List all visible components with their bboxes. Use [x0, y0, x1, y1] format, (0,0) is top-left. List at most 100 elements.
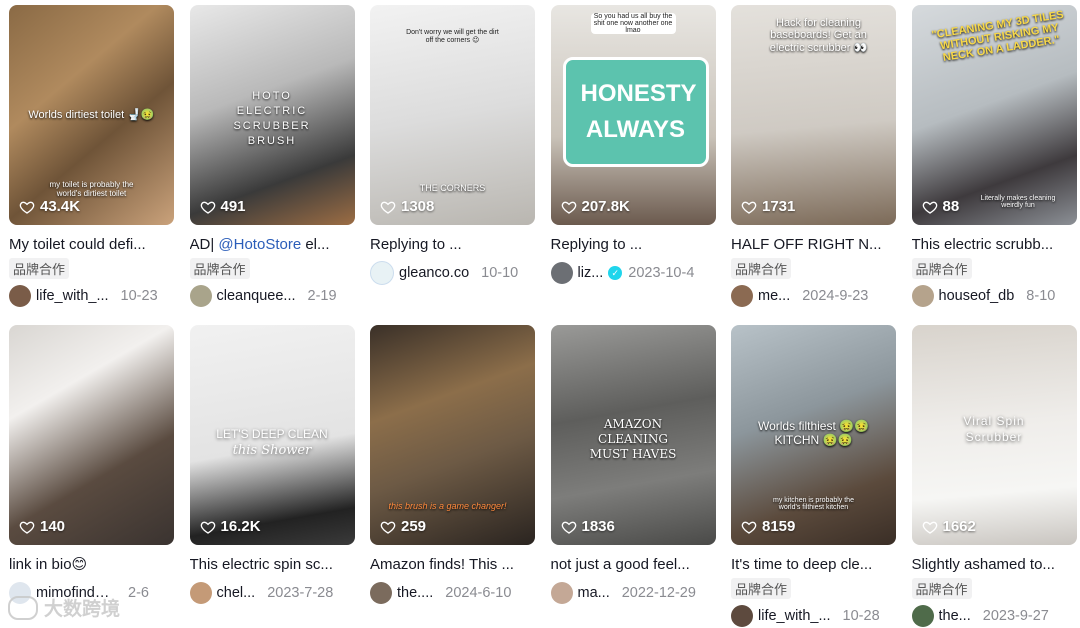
- video-thumbnail[interactable]: Worlds dirtiest toilet 🚽🤢 my toilet is p…: [9, 5, 174, 225]
- like-count: 88: [922, 198, 959, 215]
- partnership-badge: 品牌合作: [189, 258, 250, 279]
- video-thumbnail[interactable]: Hack for cleaning baseboards! Get an ele…: [731, 5, 896, 225]
- thumbnail-subcaption: this Shower: [232, 443, 312, 458]
- author-name[interactable]: the...: [939, 608, 971, 624]
- author-avatar[interactable]: [550, 262, 573, 284]
- video-card[interactable]: AMAZON CLEANING MUST HAVES 1836 not just…: [550, 325, 716, 625]
- video-thumbnail[interactable]: HOTO ELECTRIC SCRUBBER BRUSH 491: [189, 5, 355, 225]
- author-avatar[interactable]: [550, 582, 573, 604]
- video-thumbnail[interactable]: this brush is a game changer! 259: [370, 325, 535, 545]
- author-name[interactable]: houseof_db: [939, 288, 1015, 304]
- author-name[interactable]: me...: [758, 288, 790, 304]
- video-card[interactable]: this brush is a game changer! 259 Amazon…: [370, 325, 535, 625]
- heart-icon: [200, 521, 215, 534]
- partnership-badge: 品牌合作: [911, 258, 972, 279]
- heart-icon: [922, 201, 937, 214]
- author-name[interactable]: the....: [397, 585, 433, 601]
- video-title[interactable]: link in bio😊: [9, 555, 174, 575]
- video-title[interactable]: Amazon finds! This ...: [370, 555, 535, 575]
- video-card[interactable]: Worlds filthiest 🤢🤢 KITCHN 🤢🤢 my kitchen…: [731, 325, 896, 627]
- video-card[interactable]: Hack for cleaning baseboards! Get an ele…: [731, 5, 896, 325]
- author-avatar[interactable]: [731, 285, 753, 307]
- heart-icon: [380, 521, 396, 534]
- heart-icon: [200, 201, 215, 214]
- author-avatar[interactable]: [370, 261, 394, 285]
- video-title[interactable]: This electric spin sc...: [190, 555, 355, 575]
- video-thumbnail[interactable]: So you had us all buy the shit one now a…: [550, 5, 716, 225]
- author-avatar[interactable]: [911, 285, 934, 307]
- thumbnail-subcaption: my kitchen is probably the world's filth…: [773, 497, 854, 511]
- like-count: 43.4K: [19, 198, 80, 215]
- author-name[interactable]: cleanquee...: [217, 288, 296, 304]
- post-date: 2022-12-29: [621, 585, 696, 601]
- post-date: 8-10: [1026, 288, 1056, 304]
- heart-icon: [19, 201, 35, 214]
- video-title[interactable]: Slightly ashamed to...: [912, 555, 1077, 575]
- author-name[interactable]: life_with_...: [758, 608, 831, 624]
- heart-icon: [741, 521, 757, 534]
- video-title[interactable]: This electric scrubb...: [912, 235, 1077, 255]
- author-name[interactable]: chel...: [217, 585, 256, 601]
- video-card[interactable]: LET'S DEEP CLEAN this Shower 16.2K This …: [189, 325, 355, 625]
- video-card[interactable]: So you had us all buy the shit one now a…: [550, 5, 716, 325]
- post-date: 2-19: [307, 288, 337, 304]
- video-thumbnail[interactable]: "CLEANING MY 3D TILES WITHOUT RISKING MY…: [911, 5, 1077, 225]
- thumbnail-subcaption: THE CORNERS: [419, 183, 486, 193]
- video-card[interactable]: Don't worry we will get the dirt off the…: [370, 5, 535, 325]
- partnership-badge: 品牌合作: [731, 578, 792, 599]
- like-count: 491: [200, 198, 246, 215]
- video-thumbnail[interactable]: Don't worry we will get the dirt off the…: [370, 5, 535, 225]
- post-date: 2023-10-4: [628, 265, 695, 281]
- author-avatar[interactable]: [9, 285, 31, 307]
- partnership-badge: 品牌合作: [731, 258, 792, 279]
- video-card[interactable]: Viral Spin Scrubber 1662 Slightly ashame…: [911, 325, 1077, 627]
- verified-icon: ✓: [608, 266, 623, 280]
- thumbnail-caption: Worlds dirtiest toilet 🚽🤢: [28, 109, 155, 121]
- video-title[interactable]: Replying to ...: [370, 235, 535, 255]
- post-date: 2023-9-27: [982, 608, 1049, 624]
- author-avatar[interactable]: [189, 582, 212, 604]
- heart-icon: [741, 201, 757, 214]
- video-card[interactable]: Worlds dirtiest toilet 🚽🤢 my toilet is p…: [9, 5, 174, 325]
- partnership-badge: 品牌合作: [9, 258, 70, 279]
- video-thumbnail[interactable]: Worlds filthiest 🤢🤢 KITCHN 🤢🤢 my kitchen…: [731, 325, 896, 545]
- heart-icon: [561, 521, 576, 534]
- post-date: 2024-6-10: [445, 585, 512, 601]
- video-thumbnail[interactable]: Viral Spin Scrubber 1662: [911, 325, 1077, 545]
- heart-icon: [922, 521, 937, 534]
- video-thumbnail[interactable]: 140: [9, 325, 174, 545]
- author-avatar[interactable]: [189, 285, 212, 307]
- video-card[interactable]: "CLEANING MY 3D TILES WITHOUT RISKING MY…: [911, 5, 1077, 325]
- author-avatar[interactable]: [911, 605, 934, 627]
- watermark: 大数跨境: [8, 594, 120, 621]
- video-thumbnail[interactable]: AMAZON CLEANING MUST HAVES 1836: [550, 325, 716, 545]
- mention-link[interactable]: @HotoStore: [218, 236, 301, 253]
- video-title[interactable]: AD| @HotoStore el...: [190, 235, 355, 255]
- video-grid: Worlds dirtiest toilet 🚽🤢 my toilet is p…: [9, 5, 1077, 627]
- video-thumbnail[interactable]: LET'S DEEP CLEAN this Shower 16.2K: [189, 325, 355, 545]
- video-title[interactable]: Replying to ...: [551, 235, 716, 255]
- like-count: 1308: [380, 198, 434, 215]
- thumbnail-subcaption: So you had us all buy the shit one now a…: [590, 13, 676, 34]
- author-name[interactable]: gleanco.co: [399, 265, 469, 281]
- like-count: 1836: [561, 518, 615, 535]
- video-title[interactable]: My toilet could defi...: [9, 235, 174, 255]
- author-avatar[interactable]: [370, 582, 392, 604]
- thumbnail-caption: HOTO ELECTRIC SCRUBBER BRUSH: [233, 90, 311, 147]
- thumbnail-caption: this brush is a game changer!: [388, 501, 507, 511]
- video-title[interactable]: not just a good feel...: [551, 555, 716, 575]
- post-date: 10-23: [120, 288, 158, 304]
- video-title[interactable]: It's time to deep cle...: [731, 555, 896, 575]
- like-count: 16.2K: [200, 518, 261, 535]
- thumbnail-caption: Don't worry we will get the dirt off the…: [406, 29, 499, 44]
- video-title[interactable]: HALF OFF RIGHT N...: [731, 235, 896, 255]
- video-card[interactable]: HOTO ELECTRIC SCRUBBER BRUSH 491 AD| @Ho…: [189, 5, 355, 325]
- author-avatar[interactable]: [731, 605, 753, 627]
- author-name[interactable]: liz...: [578, 265, 604, 281]
- author-name[interactable]: ma...: [578, 585, 610, 601]
- author-name[interactable]: life_with_...: [36, 288, 109, 304]
- heart-icon: [561, 201, 576, 214]
- partnership-badge: 品牌合作: [911, 578, 972, 599]
- heart-icon: [19, 521, 35, 534]
- video-card[interactable]: 140 link in bio😊 mimofinds.... 2-6: [9, 325, 174, 625]
